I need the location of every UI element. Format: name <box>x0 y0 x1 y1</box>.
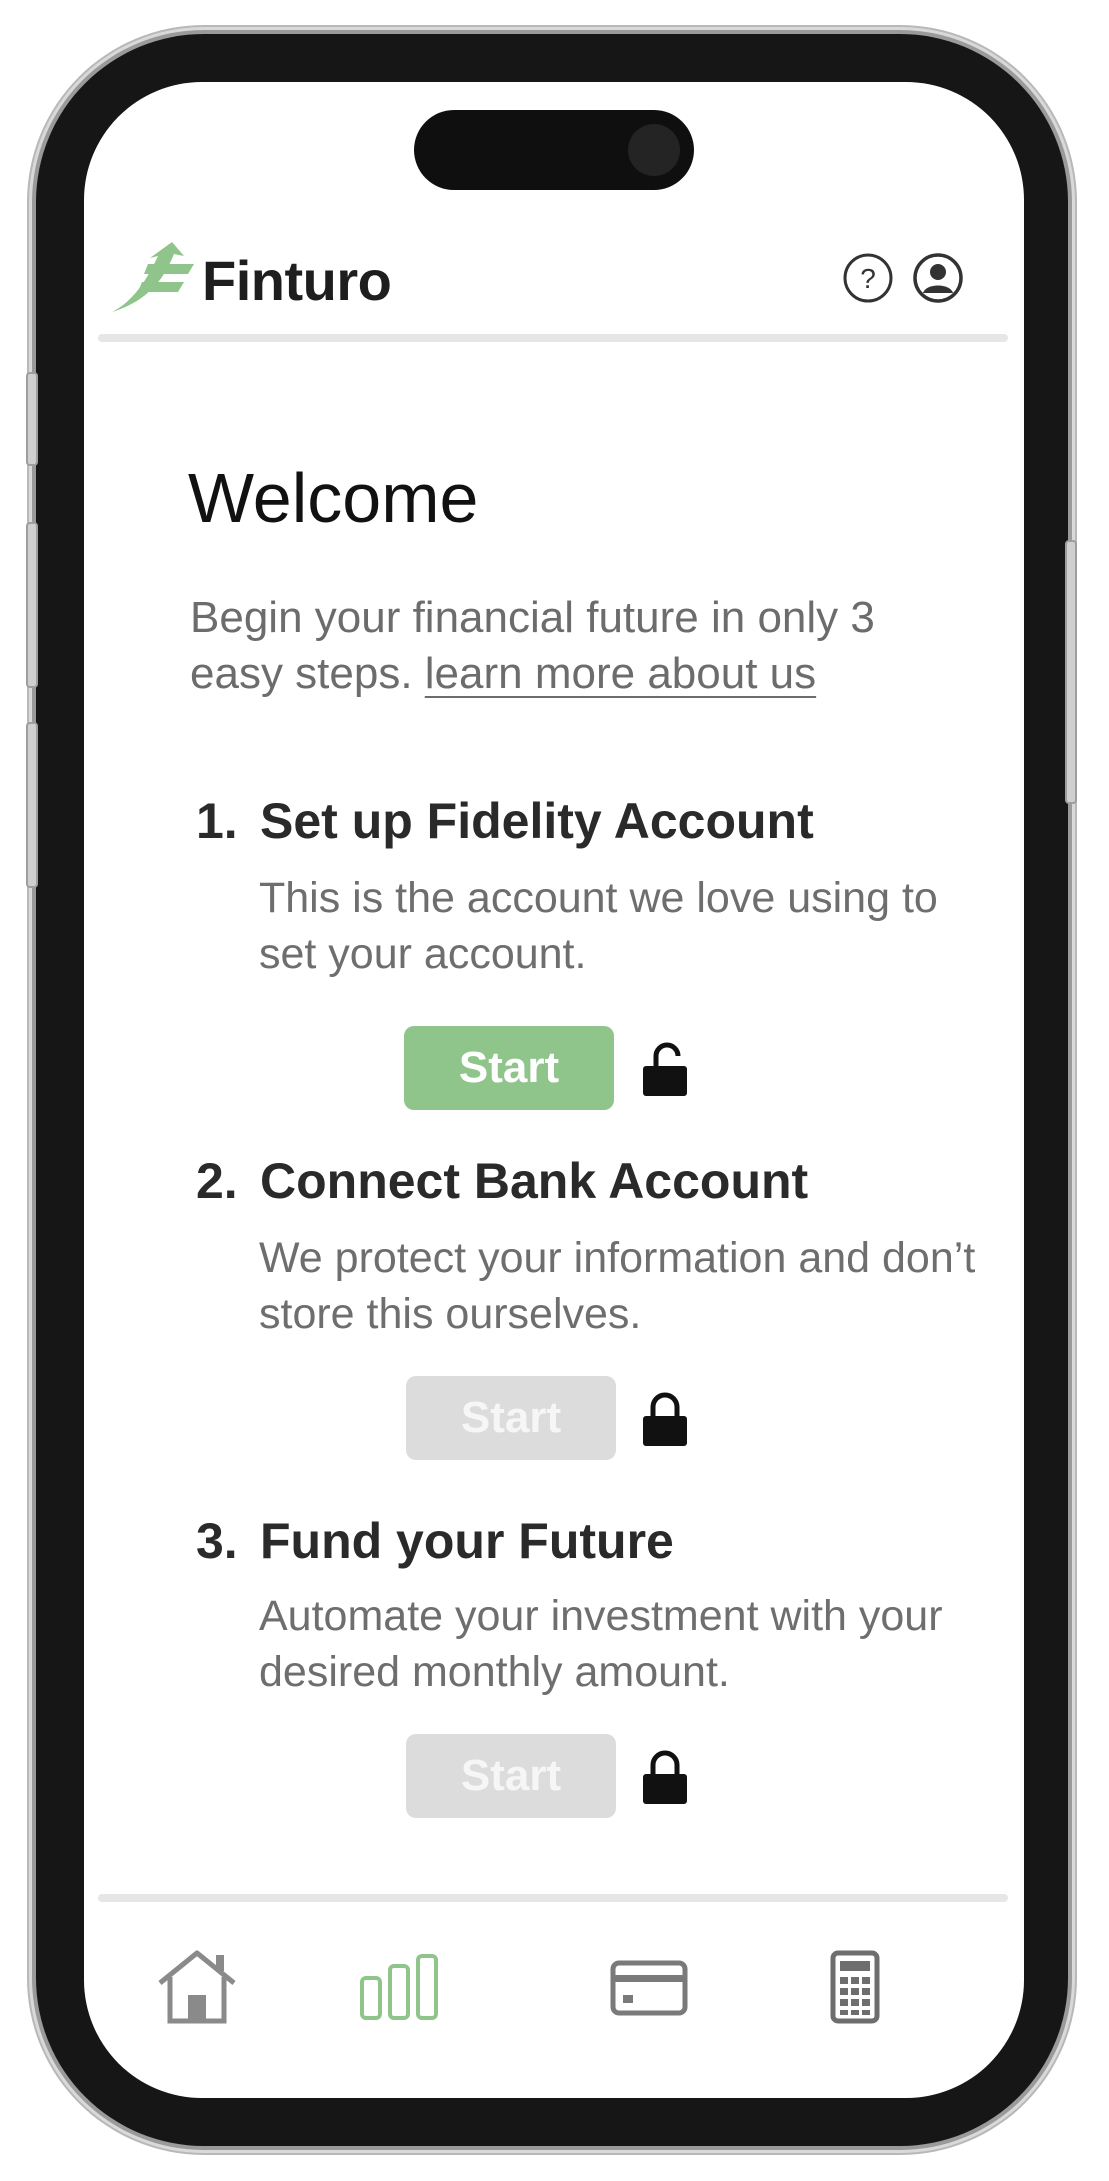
step-3-start-button[interactable]: Start <box>406 1734 616 1818</box>
nav-cards[interactable] <box>594 1942 704 2032</box>
brand-name: Finturo <box>202 249 392 312</box>
step-2-description: We protect your information and don’t st… <box>259 1234 976 1338</box>
step-1-description: This is the account we love using to set… <box>259 874 938 978</box>
header-divider <box>98 334 1008 342</box>
screen: Finturo ? Welcome Begin your financial f… <box>84 82 1024 2098</box>
learn-more-link[interactable]: learn more about us <box>425 649 816 698</box>
lock-icon <box>643 1392 687 1446</box>
calculator-icon <box>830 1950 880 2024</box>
step-2-title: 2. Connect Bank Account <box>196 1152 808 1210</box>
step-number: 3. <box>196 1513 238 1569</box>
camera-icon <box>628 124 680 176</box>
nav-home[interactable] <box>142 1942 252 2032</box>
step-number: 2. <box>196 1153 238 1209</box>
nav-calculator[interactable] <box>800 1942 910 2032</box>
finturo-logo-icon <box>112 242 194 312</box>
step-number: 1. <box>196 793 238 849</box>
step-3-title: 3. Fund your Future <box>196 1512 674 1570</box>
step-title-text: Fund your Future <box>260 1513 674 1569</box>
lock-icon <box>643 1750 687 1804</box>
bar-chart-icon <box>360 1954 438 2020</box>
side-button <box>26 522 38 688</box>
side-button <box>26 722 38 888</box>
dynamic-island <box>414 110 694 190</box>
intro-text: Begin your financial future in only 3 ea… <box>190 590 950 702</box>
step-2-start-button[interactable]: Start <box>406 1376 616 1460</box>
step-1-start-button[interactable]: Start <box>404 1026 614 1110</box>
step-1-title: 1. Set up Fidelity Account <box>196 792 814 850</box>
page-title: Welcome <box>188 459 479 537</box>
user-circle-icon[interactable] <box>912 252 964 304</box>
unlocked-lock-icon <box>643 1042 687 1096</box>
svg-text:?: ? <box>860 263 876 294</box>
nav-dashboard[interactable] <box>346 1942 456 2032</box>
step-title-text: Connect Bank Account <box>260 1153 809 1209</box>
home-icon <box>158 1950 236 2024</box>
side-button <box>26 372 38 466</box>
credit-card-icon <box>610 1960 688 2016</box>
bottom-nav-divider <box>98 1894 1008 1902</box>
step-title-text: Set up Fidelity Account <box>260 793 814 849</box>
step-3-description: Automate your investment with your desir… <box>259 1592 943 1696</box>
question-circle-icon[interactable]: ? <box>842 252 894 304</box>
side-button <box>1065 540 1077 804</box>
